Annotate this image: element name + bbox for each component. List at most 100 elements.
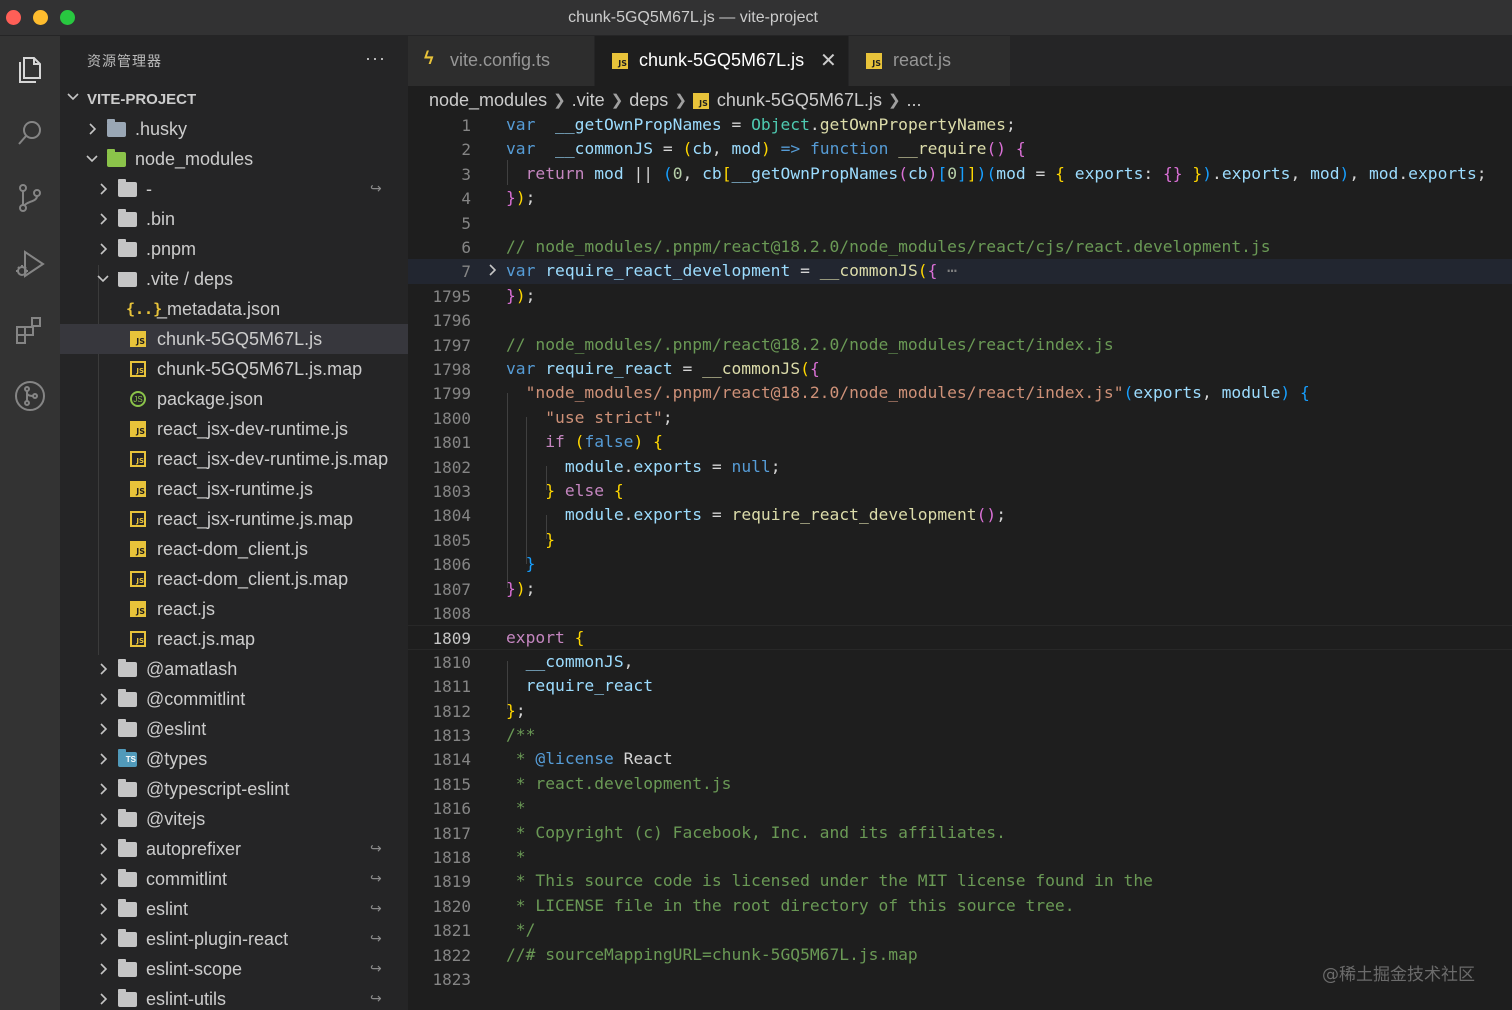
close-icon[interactable]: ✕ [820,48,837,73]
chevron-right-icon[interactable] [96,842,110,856]
project-section-header[interactable]: VITE-PROJECT [60,88,408,114]
git-graph-activity[interactable] [0,366,60,426]
chevron-right-icon[interactable] [96,692,110,706]
code-line[interactable]: 1820 * LICENSE file in the root director… [408,894,1512,918]
chevron-right-icon[interactable] [96,212,110,226]
breadcrumb-item[interactable]: ... [907,90,922,111]
code-line[interactable]: 1813 /** [408,723,1512,747]
code-line[interactable]: 5 [408,211,1512,235]
chevron-right-icon[interactable] [96,722,110,736]
tree-item[interactable]: JS react-dom_client.js.map [60,564,408,594]
code-line[interactable]: 1809 export { [408,625,1512,650]
explorer-activity[interactable] [0,39,60,99]
source-control-activity[interactable] [0,168,60,228]
breadcrumb-item[interactable]: deps [629,90,668,111]
tree-item[interactable]: @typescript-eslint [60,774,408,804]
breadcrumb-item[interactable]: node_modules [429,90,547,111]
extensions-activity[interactable] [0,300,60,360]
chevron-right-icon[interactable] [96,662,110,676]
tree-item[interactable]: @amatlash [60,654,408,684]
code-line[interactable]: 1817 * Copyright (c) Facebook, Inc. and … [408,821,1512,845]
code-line[interactable]: 1814 * @license React [408,747,1512,771]
chevron-right-icon[interactable] [85,122,99,136]
code-line[interactable]: 1810 __commonJS, [408,650,1512,674]
breadcrumb-item[interactable]: chunk-5GQ5M67L.js [717,90,882,111]
chevron-right-icon[interactable] [96,242,110,256]
chevron-right-icon[interactable] [96,182,110,196]
tree-item[interactable]: JS react.js.map [60,624,408,654]
fold-chevron-icon[interactable] [485,263,499,282]
tree-item[interactable]: @vitejs [60,804,408,834]
code-line[interactable]: 6 // node_modules/.pnpm/react@18.2.0/node… [408,235,1512,259]
code-line[interactable]: 3 return mod || (0, cb[__getOwnPropNames… [408,162,1512,186]
tree-item[interactable]: .bin [60,204,408,234]
tree-item[interactable]: JS react_jsx-runtime.js.map [60,504,408,534]
code-line[interactable]: 1808 [408,601,1512,625]
tree-item[interactable]: autoprefixer ↪ [60,834,408,864]
chevron-right-icon[interactable] [96,812,110,826]
tree-item[interactable]: JS react_jsx-dev-runtime.js.map [60,444,408,474]
more-actions-button[interactable]: ··· [365,48,386,69]
code-line[interactable]: 1800 "use strict"; [408,406,1512,430]
code-editor[interactable]: 1 var __getOwnPropNames = Object.getOwnPr… [408,113,1512,1010]
code-line[interactable]: 1801 if (false) { [408,430,1512,454]
code-line[interactable]: 1805 } [408,528,1512,552]
code-line[interactable]: 1 var __getOwnPropNames = Object.getOwnPr… [408,113,1512,137]
tab-vite-config[interactable]: ϟ vite.config.ts [408,36,595,86]
tree-item[interactable]: eslint ↪ [60,894,408,924]
chevron-right-icon[interactable] [96,992,110,1006]
tree-item[interactable]: JS package.json [60,384,408,414]
chevron-right-icon[interactable] [96,902,110,916]
tree-item[interactable]: TS @types [60,744,408,774]
code-line[interactable]: 1802 module.exports = null; [408,455,1512,479]
code-line[interactable]: 1795}); [408,284,1512,308]
code-line[interactable]: 1799 "node_modules/.pnpm/react@18.2.0/no… [408,381,1512,405]
code-line[interactable]: 1807}); [408,577,1512,601]
code-line[interactable]: 4}); [408,186,1512,210]
tree-item[interactable]: JS react.js [60,594,408,624]
tree-item[interactable]: @eslint [60,714,408,744]
tree-item[interactable]: node_modules [60,144,408,174]
code-line[interactable]: 1811 require_react [408,674,1512,698]
code-line[interactable]: 1819 * This source code is licensed unde… [408,869,1512,893]
tree-item[interactable]: JS react_jsx-runtime.js [60,474,408,504]
tab-chunk[interactable]: JS chunk-5GQ5M67L.js ✕ [595,36,849,86]
tree-item[interactable]: commitlint ↪ [60,864,408,894]
code-line[interactable]: 1797 // node_modules/.pnpm/react@18.2.0/n… [408,333,1512,357]
breadcrumb-item[interactable]: .vite [572,90,605,111]
tree-item[interactable]: - ↪ [60,174,408,204]
chevron-down-icon[interactable] [96,272,110,286]
tree-item[interactable]: JS react-dom_client.js [60,534,408,564]
code-line[interactable]: 1818 * [408,845,1512,869]
chevron-right-icon[interactable] [96,962,110,976]
code-line[interactable]: 1816 * [408,796,1512,820]
code-line[interactable]: 1821 */ [408,918,1512,942]
search-activity[interactable] [0,103,60,163]
tree-item[interactable]: {..} _metadata.json [60,294,408,324]
tree-item[interactable]: .pnpm [60,234,408,264]
tree-item[interactable]: .vite / deps [60,264,408,294]
tree-item[interactable]: eslint-utils ↪ [60,984,408,1010]
tree-item[interactable]: JS react_jsx-dev-runtime.js [60,414,408,444]
tree-item[interactable]: eslint-scope ↪ [60,954,408,984]
tab-react[interactable]: JS react.js [849,36,1011,86]
code-line[interactable]: 1803 } else { [408,479,1512,503]
chevron-right-icon[interactable] [96,782,110,796]
tree-item[interactable]: .husky [60,114,408,144]
tree-item[interactable]: JS chunk-5GQ5M67L.js [60,324,408,354]
code-line[interactable]: 1798 var require_react = __commonJS({ [408,357,1512,381]
code-line[interactable]: 1806 } [408,552,1512,576]
code-line[interactable]: 1812}; [408,699,1512,723]
chevron-right-icon[interactable] [96,872,110,886]
run-debug-activity[interactable] [0,234,60,294]
tree-item[interactable]: @commitlint [60,684,408,714]
tree-item[interactable]: eslint-plugin-react ↪ [60,924,408,954]
code-line[interactable]: 1815 * react.development.js [408,772,1512,796]
code-line[interactable]: 7 var require_react_development = __commo… [408,259,1512,284]
tree-item[interactable]: JS chunk-5GQ5M67L.js.map [60,354,408,384]
code-line[interactable]: 1796 [408,308,1512,332]
code-line[interactable]: 2 var __commonJS = (cb, mod) => function … [408,137,1512,161]
chevron-right-icon[interactable] [96,752,110,766]
chevron-down-icon[interactable] [85,152,99,166]
chevron-right-icon[interactable] [96,932,110,946]
